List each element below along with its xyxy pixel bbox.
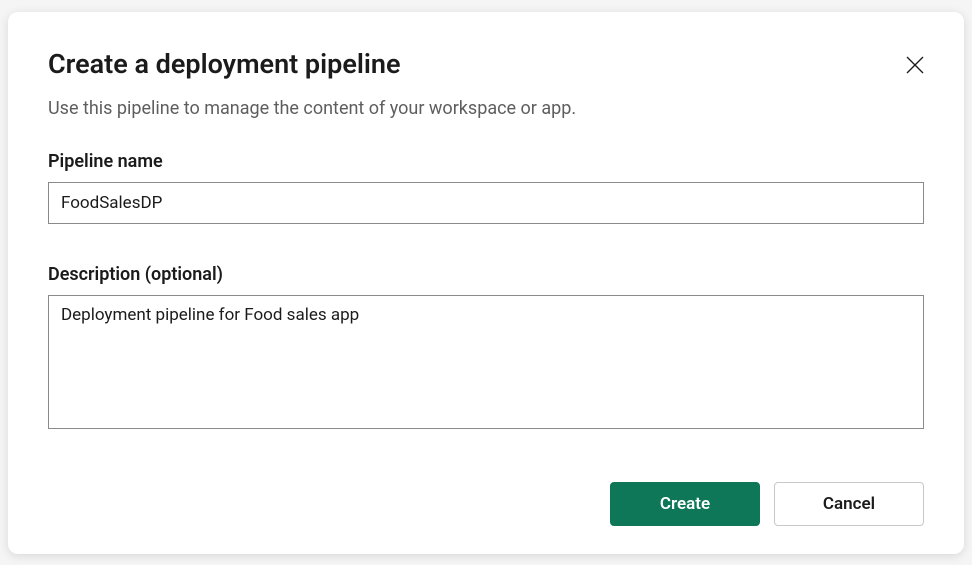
pipeline-name-group: Pipeline name bbox=[48, 151, 924, 224]
create-button[interactable]: Create bbox=[610, 482, 760, 526]
pipeline-name-label: Pipeline name bbox=[48, 151, 924, 172]
dialog-footer: Create Cancel bbox=[48, 482, 924, 526]
dialog-subtitle: Use this pipeline to manage the content … bbox=[48, 98, 924, 119]
close-button[interactable] bbox=[902, 52, 928, 78]
dialog-title: Create a deployment pipeline bbox=[48, 48, 401, 80]
create-pipeline-dialog: Create a deployment pipeline Use this pi… bbox=[8, 12, 964, 554]
dialog-header: Create a deployment pipeline bbox=[48, 48, 924, 80]
description-label: Description (optional) bbox=[48, 264, 924, 285]
description-group: Description (optional) bbox=[48, 264, 924, 433]
pipeline-name-input[interactable] bbox=[48, 182, 924, 224]
cancel-button[interactable]: Cancel bbox=[774, 482, 924, 526]
close-icon bbox=[906, 56, 924, 74]
description-input[interactable] bbox=[48, 295, 924, 429]
